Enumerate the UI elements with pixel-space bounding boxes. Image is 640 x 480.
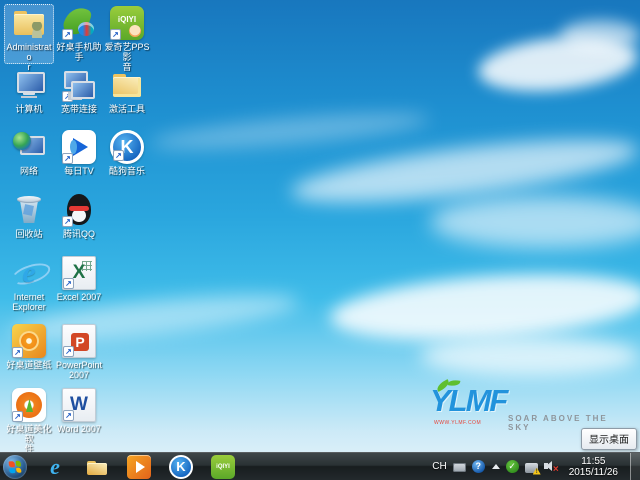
icon-label: 好桌道壁纸 [6, 360, 52, 370]
pinned-apps: e KiQIYI [43, 453, 235, 479]
shortcut-arrow-icon: ↗ [110, 29, 121, 40]
icon-glyph: K [176, 459, 186, 474]
taskbar-iqiyi-pps-icon[interactable]: iQIYI [211, 454, 235, 479]
icon-glyph: iQIYI [216, 463, 230, 470]
desktop-icon-computer[interactable]: 计算机 [4, 66, 54, 126]
windows-flag-icon [8, 460, 22, 473]
shortcut-arrow-icon: ↗ [62, 91, 73, 102]
icon-label: 好桌道美化软件 [6, 424, 52, 454]
logo-url: WWW.YLMF.COM [434, 420, 482, 426]
security-ok-icon[interactable]: ✓ [505, 460, 519, 473]
show-desktop-button[interactable] [630, 453, 640, 480]
taskbar-media-player-icon[interactable] [127, 454, 151, 479]
desktop-icon-broadband-connection[interactable]: ↗ 宽带连接 [54, 66, 104, 126]
desktop-icon-haozhuo-phone-assistant[interactable]: ↗ 好桌手机助手 [54, 4, 104, 64]
icon-glyph: e [22, 256, 36, 289]
tencent-qq-icon: ↗ [62, 193, 96, 227]
desktop-icon-word-2007[interactable]: W ↗ Word 2007 [54, 386, 104, 446]
desktop-icon-administrator[interactable]: Administrato r [4, 4, 54, 72]
recycle-bin-icon [12, 193, 46, 227]
network-warning-icon[interactable] [524, 462, 538, 473]
kugou-music-icon: K ↗ [110, 130, 144, 164]
show-desktop-tooltip: 显示桌面 [581, 428, 637, 450]
ylmf-logo: YLMF WWW.YLMF.COM SOAR ABOVE THE SKY [430, 379, 620, 434]
shortcut-arrow-icon: ↗ [63, 278, 74, 289]
folder-icon [110, 68, 144, 102]
computer-icon [12, 68, 46, 102]
start-button[interactable] [3, 454, 27, 479]
icon-label: 网络 [19, 166, 38, 176]
icon-glyph: e [50, 453, 60, 479]
shortcut-arrow-icon: ↗ [62, 153, 73, 164]
taskbar-kugou-music-icon[interactable]: K [169, 454, 193, 479]
daily-tv-icon: ↗ [62, 130, 96, 164]
time: 11:55 [581, 455, 606, 467]
broadband-connection-icon: ↗ [62, 68, 96, 102]
icon-label: 酷狗音乐 [108, 166, 145, 176]
desktop-icon-recycle-bin[interactable]: 回收站 [4, 191, 54, 251]
taskbar: e KiQIYI CH ? ✓ × 11:55 2015/11/26 [0, 452, 640, 480]
taskbar-windows-explorer-icon[interactable] [85, 455, 109, 479]
word-icon: W ↗ [62, 388, 96, 422]
desktop-icon-activation-tools[interactable]: 激活工具 [102, 66, 152, 126]
icon-label: 宽带连接 [60, 104, 97, 114]
icon-label: Internet Explorer [12, 292, 46, 312]
taskbar-internet-explorer-icon[interactable]: e [43, 453, 67, 479]
shortcut-arrow-icon: ↗ [12, 347, 23, 358]
show-hidden-icons-button[interactable] [491, 460, 500, 473]
haozhuodao-beautify-icon: ↗ [12, 388, 46, 422]
iqiyi-pps-icon: iQIYI ↗ [110, 6, 144, 40]
icon-label: Excel 2007 [56, 292, 102, 302]
desktop-icon-haozhuodao-wallpaper[interactable]: ↗ 好桌道壁纸 [4, 322, 54, 382]
internet-explorer-icon: e [12, 256, 46, 290]
haozhuodao-wallpaper-icon: ↗ [12, 324, 46, 358]
excel-icon: X ↗ [62, 256, 96, 290]
shortcut-arrow-icon: ↗ [113, 150, 124, 161]
system-tray: CH ? ✓ × 11:55 2015/11/26 [432, 453, 640, 480]
icon-label: Word 2007 [57, 424, 101, 434]
icon-label: 计算机 [15, 104, 43, 114]
desktop-icon-powerpoint-2007[interactable]: P ↗ PowerPoint 2007 [54, 322, 104, 382]
desktop-icon-iqiyi-pps[interactable]: iQIYI ↗ 爱奇艺PPS 影音 [102, 4, 152, 72]
desktop-icon-network[interactable]: 网络 [4, 128, 54, 188]
help-icon[interactable]: ? [471, 460, 485, 473]
user-folder-icon [12, 6, 46, 40]
desktop-icon-haozhuodao-beautify[interactable]: ↗ 好桌道美化软件 [4, 386, 54, 454]
haozhuo-phone-assistant-icon: ↗ [62, 6, 96, 40]
desktop-wallpaper: Administrato r ↗ 好桌手机助手 iQIYI ↗ 爱奇艺PPS 影音计算机 ↗ 宽… [0, 0, 640, 480]
shortcut-arrow-icon: ↗ [62, 29, 73, 40]
clock[interactable]: 11:55 2015/11/26 [563, 456, 624, 478]
network-icon [12, 130, 46, 164]
icon-label: 激活工具 [108, 104, 145, 114]
desktop-icon-excel-2007[interactable]: X ↗ Excel 2007 [54, 254, 104, 314]
powerpoint-icon: P ↗ [62, 324, 96, 358]
keyboard-icon[interactable] [452, 463, 466, 472]
icon-label: 每日TV [64, 166, 94, 176]
volume-muted-icon[interactable]: × [543, 460, 559, 475]
desktop-icon-internet-explorer[interactable]: e Internet Explorer [4, 254, 54, 314]
language-indicator[interactable]: CH [432, 461, 446, 472]
icon-label: 腾讯QQ [62, 229, 95, 239]
desktop-icon-kugou-music[interactable]: K ↗ 酷狗音乐 [102, 128, 152, 188]
icon-label: 好桌手机助手 [56, 42, 102, 62]
date: 2015/11/26 [568, 466, 618, 478]
desktop-icon-tencent-qq[interactable]: ↗ 腾讯QQ [54, 191, 104, 251]
icon-label: PowerPoint 2007 [55, 360, 103, 380]
shortcut-arrow-icon: ↗ [63, 410, 74, 421]
shortcut-arrow-icon: ↗ [12, 411, 23, 422]
desktop-icon-daily-tv[interactable]: ↗ 每日TV [54, 128, 104, 188]
icon-label: 回收站 [15, 229, 43, 239]
shortcut-arrow-icon: ↗ [62, 216, 73, 227]
logo-text: YLMF [430, 383, 508, 418]
shortcut-arrow-icon: ↗ [63, 346, 74, 357]
